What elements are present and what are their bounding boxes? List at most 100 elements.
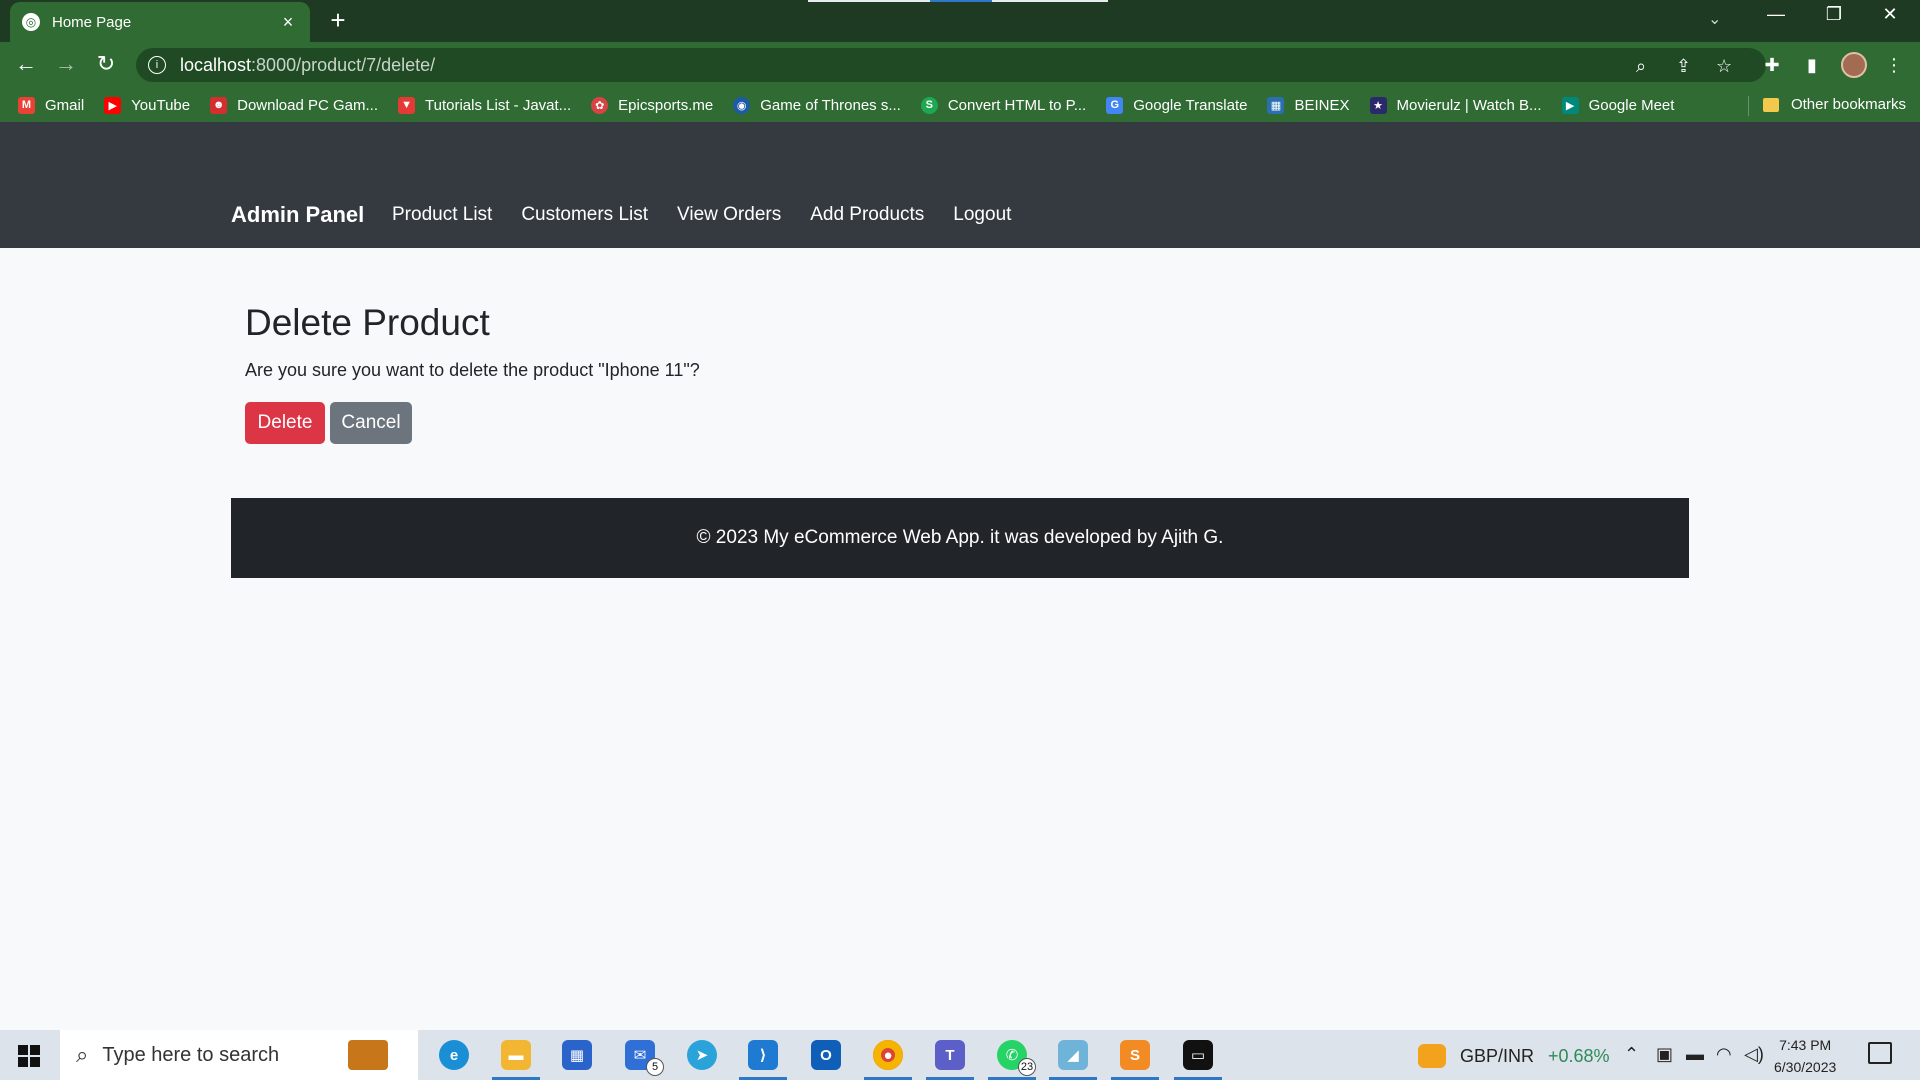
bookmarks-divider [1748,96,1749,116]
new-tab-button[interactable]: + [325,7,351,34]
bookmark-label: Google Translate [1133,96,1248,114]
cancel-button[interactable]: Cancel [330,402,412,444]
convert-icon: S [920,96,938,114]
nav-link-view-orders[interactable]: View Orders [677,204,781,226]
clock-time: 7:43 PM [1779,1037,1832,1053]
tab-close-icon[interactable]: × [278,12,298,32]
admin-navbar: Admin Panel Product List Customers List … [0,122,1920,248]
tab-search-chevron-icon[interactable]: ⌄ [1708,9,1721,29]
whatsapp-icon[interactable]: ✆ 23 [988,1038,1036,1080]
file-explorer-icon[interactable]: ▬ [492,1038,540,1080]
bookmark-star-icon[interactable]: ☆ [1716,56,1732,77]
teams-icon[interactable]: T [926,1038,974,1080]
telegram-icon[interactable]: ➤ [684,1038,720,1072]
delete-button[interactable]: Delete [245,402,325,444]
sublime-icon[interactable]: S [1111,1038,1159,1080]
search-icon: ⌕ [76,1042,89,1067]
bookmark-item[interactable]: ★ Movierulz | Watch B... [1369,96,1542,114]
other-bookmarks[interactable]: Other bookmarks [1762,96,1906,113]
web-page: Admin Panel Product List Customers List … [0,122,1920,1030]
gmail-icon: M [18,96,35,114]
bookmark-item[interactable]: G Google Translate [1106,96,1248,114]
ticker-symbol: GBP/INR [1460,1045,1535,1066]
whatsapp-badge: 23 [1018,1058,1036,1076]
notification-icon[interactable] [1868,1042,1892,1064]
url-host: localhost [180,54,252,75]
youtube-icon: ▶ [104,96,122,114]
windows-start-icon[interactable] [18,1045,40,1067]
browser-tabstrip: ◎ Home Page × + ⌄ — ❐ ✕ [0,0,1920,42]
stock-ticker[interactable]: GBP/INR +0.68% [1418,1044,1610,1068]
outlook-icon[interactable]: O [808,1038,844,1072]
bookmark-label: Epicsports.me [618,96,714,114]
taskbar-search[interactable]: ⌕ Type here to search [60,1030,418,1080]
chevron-up-icon[interactable]: ⌃ [1624,1044,1639,1065]
action-buttons: Delete Cancel [245,402,700,444]
nav-link-product-list[interactable]: Product List [392,204,492,226]
nav-link-add-products[interactable]: Add Products [810,204,924,226]
nav-link-logout[interactable]: Logout [953,204,1011,226]
browser-tab[interactable]: ◎ Home Page × [10,2,310,42]
menu-kebab-icon[interactable]: ⋮ [1881,52,1907,78]
other-bookmarks-label: Other bookmarks [1790,96,1906,113]
terminal-icon[interactable]: ▭ [1174,1038,1222,1080]
footer-text: © 2023 My eCommerce Web App. it was deve… [696,527,1224,548]
tab-title: Home Page [52,13,132,31]
search-placeholder: Type here to search [102,1043,280,1066]
share-icon[interactable]: ⇪ [1676,56,1691,77]
extensions-icon[interactable]: ✚ [1759,52,1785,78]
bookmark-item[interactable]: ☻ Download PC Gam... [210,96,379,114]
side-panel-icon[interactable]: ▮ [1799,52,1825,78]
forward-arrow-icon[interactable]: → [52,51,80,79]
folder-icon [1762,97,1779,112]
clock-date: 6/30/2023 [1774,1059,1837,1075]
delete-confirmation: Delete Product Are you sure you want to … [245,302,700,444]
confirmation-message: Are you sure you want to delete the prod… [245,360,700,380]
close-window-button[interactable]: ✕ [1870,4,1910,25]
bookmark-item[interactable]: ▶ Google Meet [1561,96,1675,114]
zoom-icon[interactable]: ⌕ [1636,56,1646,77]
site-info-icon[interactable]: i [148,56,166,74]
bookmark-label: Gmail [45,96,85,114]
nav-link-customers-list[interactable]: Customers List [521,204,648,226]
bookmark-label: Convert HTML to P... [947,96,1087,114]
bookmark-label: Tutorials List - Javat... [425,96,572,114]
edge-icon[interactable]: e [436,1038,472,1072]
bookmark-item[interactable]: ◉ Game of Thrones s... [733,96,901,114]
system-clock[interactable]: 7:43 PM 6/30/2023 [1774,1034,1836,1078]
minimize-button[interactable]: — [1756,4,1796,25]
navbar-brand[interactable]: Admin Panel [231,202,364,228]
mail-icon[interactable]: ✉ 5 [622,1038,664,1076]
battery-icon[interactable]: ▬ [1686,1044,1704,1065]
volume-icon[interactable]: ◁) [1744,1044,1764,1065]
vscode-icon[interactable]: ⟩ [739,1038,787,1080]
page-title: Delete Product [245,302,490,343]
meet-icon: ▶ [1561,96,1579,114]
paint-icon[interactable]: ◢ [1049,1038,1097,1080]
bookmark-item[interactable]: ✿ Epicsports.me [591,96,714,114]
restore-button[interactable]: ❐ [1814,4,1854,25]
wifi-icon[interactable]: ◠ [1716,1044,1732,1065]
store-icon[interactable]: ▦ [559,1038,595,1072]
reload-icon[interactable]: ↻ [92,51,120,79]
bookmark-item[interactable]: ▼ Tutorials List - Javat... [398,96,572,114]
mail-badge: 5 [646,1058,664,1076]
bookmark-item[interactable]: S Convert HTML to P... [920,96,1087,114]
translate-icon: G [1106,96,1124,114]
bookmarks-bar: M Gmail ▶ YouTube ☻ Download PC Gam... ▼ Tut… [0,88,1920,122]
bookmark-item[interactable]: ▶ YouTube [104,96,190,114]
loading-indicator [808,0,1108,2]
bookmark-label: Download PC Gam... [237,96,379,114]
bookmark-label: BEINEX [1294,96,1350,114]
address-bar[interactable]: i localhost:8000/product/7/delete/ ⌕ ⇪ ☆ [136,48,1766,82]
bookmark-item[interactable]: ▦ BEINEX [1267,96,1350,114]
bookmark-item[interactable]: M Gmail [18,96,85,114]
profile-avatar[interactable] [1841,52,1867,78]
back-arrow-icon[interactable]: ← [12,51,40,79]
navbar-links: Product List Customers List View Orders … [392,204,1040,226]
meet-now-icon[interactable]: ▣ [1656,1044,1673,1065]
chrome-icon[interactable]: ● [864,1038,912,1080]
browser-toolbar: ← → ↻ i localhost:8000/product/7/delete/… [0,42,1920,88]
bookmark-label: Google Meet [1588,96,1675,114]
page-footer: © 2023 My eCommerce Web App. it was deve… [231,498,1689,578]
